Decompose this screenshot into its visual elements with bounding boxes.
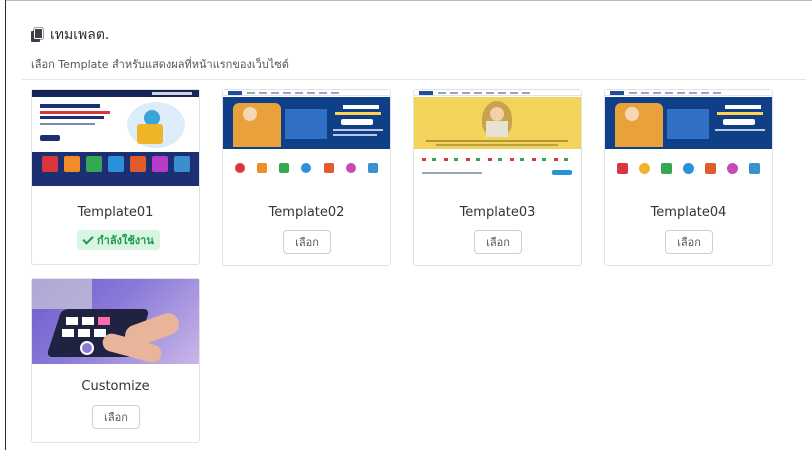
template-card-04[interactable]: Template04 เลือก	[604, 89, 773, 266]
template-name: Customize	[81, 379, 150, 394]
active-status-label: กำลังใช้งาน	[97, 234, 154, 247]
template-name: Template03	[459, 205, 536, 220]
page-subtitle: เลือก Template สำหรับแสดงผลที่หน้าแรกของ…	[31, 58, 289, 71]
select-template04-button[interactable]: เลือก	[665, 230, 713, 254]
select-template02-button[interactable]: เลือก	[283, 230, 331, 254]
page-header: เทมเพลต.	[31, 24, 109, 46]
window-left-border	[5, 0, 6, 450]
template04-preview-image	[605, 90, 772, 186]
template02-preview-image	[223, 90, 390, 186]
template-name: Template04	[650, 205, 727, 220]
template01-preview-image	[32, 90, 199, 186]
header-divider	[22, 79, 806, 80]
template-card-customize[interactable]: Customize เลือก	[31, 278, 200, 443]
template-pages-icon	[31, 28, 44, 42]
template-name: Template01	[77, 205, 154, 220]
customize-preview-image	[32, 279, 199, 364]
select-template03-button[interactable]: เลือก	[474, 230, 522, 254]
page-title: เทมเพลต.	[50, 27, 110, 43]
template-name: Template02	[268, 205, 345, 220]
template-card-02[interactable]: Template02 เลือก	[222, 89, 391, 266]
template-card-03[interactable]: Template03 เลือก	[413, 89, 582, 266]
active-status-badge: กำลังใช้งาน	[77, 230, 160, 250]
window-top-border	[5, 0, 812, 1]
checkmark-icon	[82, 232, 94, 245]
select-customize-button[interactable]: เลือก	[92, 405, 140, 429]
template03-preview-image	[414, 90, 581, 186]
template-card-01[interactable]: Template01 กำลังใช้งาน	[31, 89, 200, 265]
